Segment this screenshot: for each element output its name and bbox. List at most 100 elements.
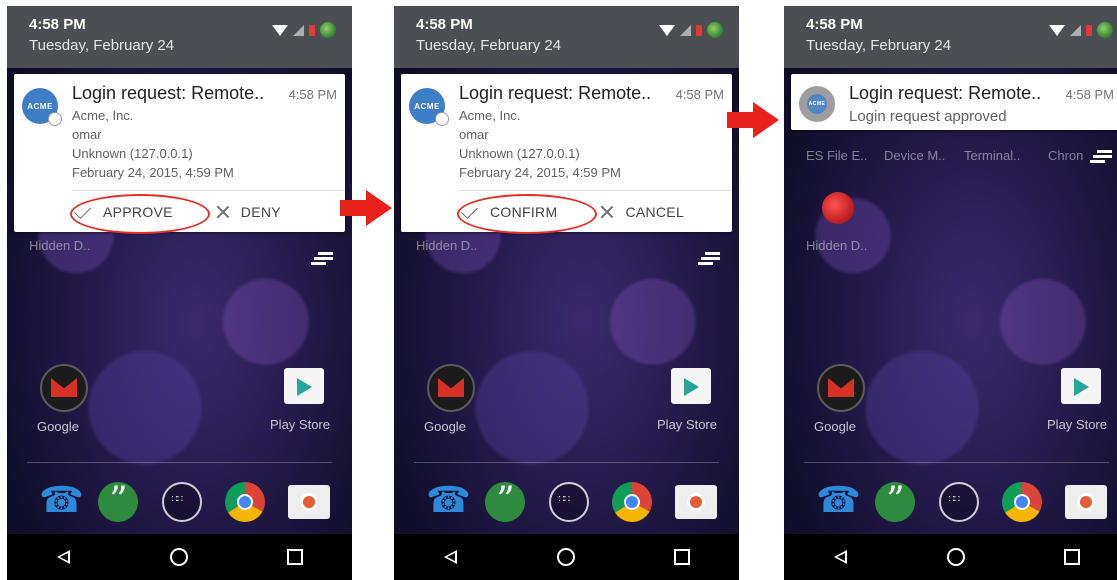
notification-user: omar (72, 127, 102, 142)
menu-icon[interactable] (1090, 150, 1112, 164)
terminal-label[interactable]: Terminal.. (964, 148, 1020, 163)
battery-icon (1086, 24, 1092, 36)
notification-badge-icon (48, 112, 62, 126)
status-date: Tuesday, February 24 (416, 37, 562, 54)
notification-location: Unknown (127.0.0.1) (459, 146, 580, 161)
approve-button[interactable]: APPROVE (72, 201, 173, 220)
status-time: 4:58 PM (416, 16, 473, 33)
phone-icon[interactable] (35, 480, 84, 522)
chrome-icon[interactable] (1001, 482, 1042, 522)
device-manager-label[interactable]: Device M.. (884, 148, 945, 163)
hangouts-icon[interactable] (875, 480, 916, 522)
es-file-label[interactable]: ES File E.. (806, 148, 867, 163)
notification-time: 4:58 PM (1065, 87, 1114, 102)
chrome-icon[interactable] (224, 482, 265, 522)
home-icon[interactable] (556, 548, 575, 566)
acme-app-icon: ACME (799, 86, 835, 122)
status-time: 4:58 PM (29, 16, 86, 33)
app-drawer-icon[interactable] (548, 482, 589, 522)
play-store-label: Play Store (1047, 417, 1107, 432)
wifi-icon (659, 24, 675, 36)
hidden-app-label[interactable]: Hidden D.. (29, 238, 90, 253)
navigation-bar (394, 534, 739, 580)
signal-icon (1070, 24, 1081, 36)
dock-divider (27, 462, 332, 463)
back-icon[interactable] (833, 550, 848, 564)
acme-app-icon: ACME (22, 88, 62, 126)
notification-title: Login request: Remote.. (849, 83, 1042, 103)
status-time: 4:58 PM (806, 16, 863, 33)
deny-button[interactable]: DENY (215, 204, 281, 220)
acme-logo-text: ACME (27, 101, 53, 111)
back-icon[interactable] (56, 550, 71, 564)
battery-icon (696, 24, 702, 36)
notification-divider (72, 190, 345, 191)
play-store-icon[interactable] (284, 368, 324, 404)
notification-subtitle: Login request approved (849, 108, 1007, 125)
cancel-label: CANCEL (625, 204, 685, 220)
arrow-right-icon (340, 190, 392, 226)
hangouts-icon[interactable] (98, 480, 139, 522)
deny-label: DENY (240, 204, 281, 220)
notification-title: Login request: Remote.. (72, 83, 265, 103)
avatar-icon[interactable] (320, 22, 336, 38)
notification-datetime: February 24, 2015, 4:59 PM (459, 165, 621, 180)
avatar-icon[interactable] (1097, 22, 1113, 38)
gmail-icon[interactable] (40, 364, 88, 412)
check-icon (74, 201, 91, 219)
play-store-icon[interactable] (671, 368, 711, 404)
camera-icon[interactable] (1065, 485, 1107, 519)
cancel-button[interactable]: CANCEL (599, 204, 684, 220)
login-notification[interactable]: ACME Login request: Remote.. 4:58 PM Acm… (401, 74, 732, 234)
camera-icon[interactable] (675, 485, 717, 519)
hidden-app-label[interactable]: Hidden D.. (806, 238, 867, 253)
acme-app-icon: ACME (409, 88, 449, 126)
status-bar: 4:58 PM Tuesday, February 24 (394, 6, 739, 68)
status-bar: 4:58 PM Tuesday, February 24 (7, 6, 352, 68)
hangouts-icon[interactable] (485, 480, 526, 522)
back-icon[interactable] (443, 550, 458, 564)
play-store-label: Play Store (657, 417, 717, 432)
avatar-icon[interactable] (707, 22, 723, 38)
menu-icon[interactable] (698, 252, 720, 266)
notification-user: omar (459, 127, 489, 142)
phone-screen-confirm: 4:58 PM Tuesday, February 24 ACME Login … (394, 6, 739, 580)
menu-icon[interactable] (311, 252, 333, 266)
login-notification[interactable]: ACME Login request: Remote.. 4:58 PM Acm… (14, 74, 345, 234)
play-store-icon[interactable] (1061, 368, 1101, 404)
home-icon[interactable] (946, 548, 965, 566)
signal-icon (293, 24, 304, 36)
status-icons (272, 22, 336, 38)
gmail-icon[interactable] (427, 364, 475, 412)
status-icons (1049, 22, 1113, 38)
app-drawer-icon[interactable] (161, 482, 202, 522)
recents-icon[interactable] (286, 549, 303, 565)
approve-label: APPROVE (103, 204, 173, 220)
notification-actions: APPROVE DENY (72, 192, 345, 232)
wifi-icon (1049, 24, 1065, 36)
dock (422, 480, 717, 524)
play-store-label: Play Store (270, 417, 330, 432)
phone-icon[interactable] (812, 480, 861, 522)
signal-icon (680, 24, 691, 36)
gmail-icon[interactable] (817, 364, 865, 412)
google-folder-label: Google (814, 419, 856, 434)
confirm-button[interactable]: CONFIRM (459, 201, 557, 220)
acme-logo-text: ACME (807, 94, 827, 114)
recents-icon[interactable] (673, 549, 690, 565)
notification-location: Unknown (127.0.0.1) (72, 146, 193, 161)
close-icon (215, 204, 231, 220)
phone-icon[interactable] (422, 480, 471, 522)
chrono-label[interactable]: Chron (1048, 148, 1083, 163)
chrome-icon[interactable] (611, 482, 652, 522)
login-approved-notification[interactable]: ACME Login request: Remote.. 4:58 PM Log… (791, 74, 1117, 130)
hidden-app-label[interactable]: Hidden D.. (416, 238, 477, 253)
phone-screen-approved: 4:58 PM Tuesday, February 24 ACME Login … (784, 6, 1117, 580)
camera-icon[interactable] (288, 485, 330, 519)
notification-actions: CONFIRM CANCEL (459, 192, 732, 232)
app-drawer-icon[interactable] (938, 482, 979, 522)
notification-time: 4:58 PM (675, 87, 724, 102)
recents-icon[interactable] (1063, 549, 1080, 565)
home-icon[interactable] (169, 548, 188, 566)
hidden-app-icon[interactable] (822, 192, 854, 224)
